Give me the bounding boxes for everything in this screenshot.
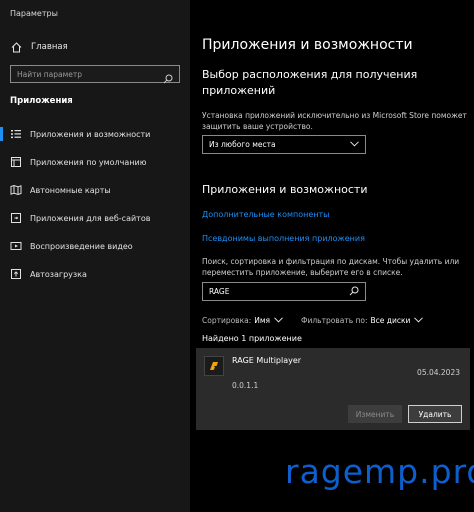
sidebar-item-label: Приложения для веб-сайтов: [30, 213, 151, 223]
location-heading: Выбор расположения для получения приложе…: [202, 67, 417, 99]
modify-button[interactable]: Изменить: [348, 405, 402, 423]
rage-multiplayer-logo-icon: [204, 356, 224, 376]
location-description-line1: Установка приложений исключительно из Mi…: [202, 111, 467, 120]
sidebar-item-label: Автономные карты: [30, 185, 111, 195]
apps-heading: Приложения и возможности: [202, 183, 368, 196]
uninstall-button[interactable]: Удалить: [408, 405, 462, 423]
sidebar-item-label: Автозагрузка: [30, 269, 87, 279]
sidebar-item-websites-apps[interactable]: Приложения для веб-сайтов: [0, 207, 190, 229]
apps-description: Поиск, сортировка и фильтрация по дискам…: [202, 256, 459, 278]
app-execution-aliases-link[interactable]: Псевдонимы выполнения приложения: [202, 234, 365, 243]
apps-description-line2: переместить приложение, выберите его в с…: [202, 268, 403, 277]
search-icon[interactable]: [349, 286, 359, 298]
startup-icon: [10, 268, 22, 280]
sidebar-item-default-apps[interactable]: Приложения по умолчанию: [0, 151, 190, 173]
home-label: Главная: [31, 42, 68, 52]
results-count: Найдено 1 приложение: [202, 334, 302, 343]
chevron-down-icon: [350, 140, 359, 149]
sidebar-item-label: Приложения и возможности: [30, 129, 151, 139]
app-list-item[interactable]: RAGE Multiplayer 05.04.2023 0.0.1.1 Изме…: [196, 348, 470, 430]
websites-apps-icon: [10, 212, 22, 224]
sidebar-item-offline-maps[interactable]: Автономные карты: [0, 179, 190, 201]
home-link[interactable]: Главная: [10, 40, 68, 54]
sidebar-item-video-playback[interactable]: Воспроизведение видео: [0, 235, 190, 257]
search-icon[interactable]: [163, 69, 173, 84]
apps-list-icon: [10, 128, 22, 140]
location-heading-line2: приложений: [202, 84, 276, 97]
sort-label: Сортировка:: [202, 315, 252, 325]
sidebar-item-apps-features[interactable]: Приложения и возможности: [0, 123, 190, 145]
apps-description-line1: Поиск, сортировка и фильтрация по дискам…: [202, 257, 460, 266]
settings-search-input[interactable]: Найти параметр: [10, 65, 180, 84]
location-description-line2: защитить ваше устройство.: [202, 122, 313, 131]
app-source-dropdown[interactable]: Из любого места: [202, 135, 366, 154]
filter-label: Фильтровать по:: [301, 315, 368, 325]
search-placeholder: Найти параметр: [17, 69, 82, 79]
dropdown-value: Из любого места: [209, 140, 276, 149]
watermark-text: ragemp.pro: [285, 452, 474, 491]
default-apps-icon: [10, 156, 22, 168]
offline-maps-icon: [10, 184, 22, 196]
window-title: Параметры: [10, 9, 58, 18]
sidebar-item-label: Воспроизведение видео: [30, 241, 133, 251]
page-title: Приложения и возможности: [202, 37, 413, 53]
sort-dropdown[interactable]: Имя: [254, 316, 270, 325]
selected-indicator: [0, 127, 3, 141]
sidebar: Параметры Главная Найти параметр Приложе…: [0, 0, 190, 512]
section-title: Приложения: [10, 96, 73, 106]
location-heading-line1: Выбор расположения для получения: [202, 68, 418, 81]
app-install-date: 05.04.2023: [417, 368, 460, 377]
sidebar-item-startup[interactable]: Автозагрузка: [0, 263, 190, 285]
sort-filter-bar: Сортировка: Имя Фильтровать по: Все диск…: [202, 314, 424, 326]
optional-features-link[interactable]: Дополнительные компоненты: [202, 210, 329, 219]
app-search-input[interactable]: RAGE: [202, 282, 366, 301]
video-playback-icon: [10, 240, 22, 252]
chevron-down-icon[interactable]: [274, 316, 283, 325]
chevron-down-icon[interactable]: [414, 316, 424, 325]
app-name: RAGE Multiplayer: [232, 356, 302, 365]
main-content: Приложения и возможности Выбор расположе…: [190, 0, 474, 512]
app-search-value: RAGE: [209, 287, 230, 296]
location-description: Установка приложений исключительно из Mi…: [202, 110, 467, 132]
home-icon: [10, 41, 22, 53]
filter-dropdown[interactable]: Все диски: [371, 316, 411, 325]
app-version: 0.0.1.1: [232, 381, 259, 390]
sidebar-item-label: Приложения по умолчанию: [30, 157, 147, 167]
